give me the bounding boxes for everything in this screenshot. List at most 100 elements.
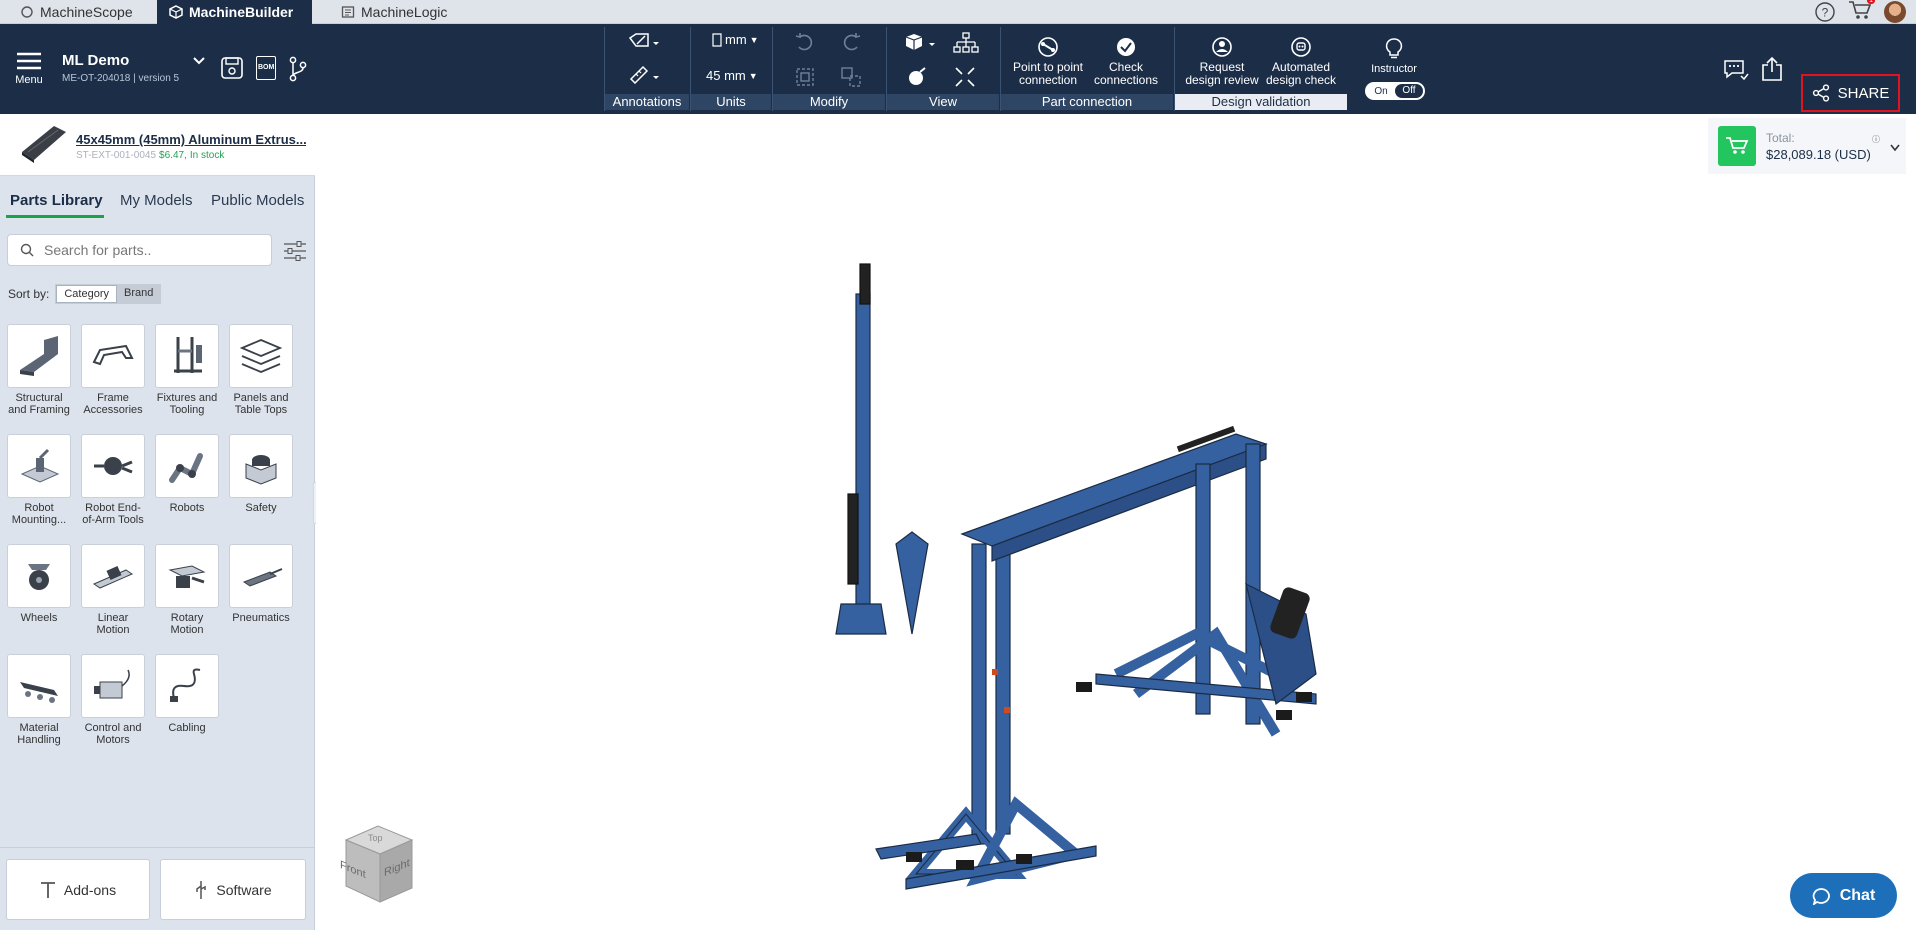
chevron-down-icon[interactable] [192, 56, 206, 66]
cable-icon [170, 668, 201, 702]
instructor-toggle[interactable]: On Off [1365, 82, 1425, 100]
comments-icon[interactable] [1723, 58, 1749, 82]
view-cube[interactable]: Front Right Top [338, 820, 422, 908]
view-group-label: View [887, 94, 999, 110]
category-rotary-motion[interactable]: Rotary Motion [150, 544, 224, 636]
parts-search-input[interactable]: Search for parts.. [7, 234, 272, 266]
export-icon[interactable] [1760, 56, 1784, 82]
addons-button[interactable]: Add-ons [6, 859, 150, 920]
grid-size-dropdown[interactable]: 45 mm ▼ [706, 68, 758, 83]
category-frame-accessories[interactable]: Frame Accessories [76, 324, 150, 416]
check-connections-button[interactable]: Check connections [1088, 32, 1164, 90]
category-cabling[interactable]: Cabling [150, 654, 224, 734]
selected-part-card[interactable]: 45x45mm (45mm) Aluminum Extrus... ST-EXT… [0, 114, 315, 176]
request-review-label: Request design review [1185, 59, 1259, 87]
category-wheels[interactable]: Wheels [2, 544, 76, 624]
machinescope-icon [21, 6, 33, 18]
ruler-icon[interactable] [628, 64, 662, 84]
category-tile [7, 544, 71, 608]
user-avatar[interactable] [1884, 1, 1906, 23]
cart-button[interactable]: 1 [1848, 0, 1875, 26]
sort-brand-button[interactable]: Brand [117, 285, 161, 303]
branch-icon[interactable] [288, 56, 308, 82]
category-tile [81, 654, 145, 718]
category-robots[interactable]: Robots [150, 434, 224, 514]
group-select-icon[interactable] [794, 66, 816, 88]
category-tile [155, 434, 219, 498]
category-safety[interactable]: Safety [224, 434, 298, 514]
caret-down-icon: ▼ [749, 34, 759, 45]
tab-machinebuilder[interactable]: MachineBuilder [157, 0, 312, 24]
category-label: Control and Motors [84, 722, 142, 746]
annotation-tag-icon[interactable] [628, 32, 662, 52]
tab-parts-library[interactable]: Parts Library [10, 192, 103, 209]
category-structural-framing[interactable]: Structural and Framing [2, 324, 76, 416]
extrusion-thumbnail [22, 126, 66, 163]
save-icon[interactable] [220, 56, 244, 80]
info-icon[interactable]: ⓘ [1872, 134, 1880, 145]
3d-viewport[interactable]: Front Right Top [316, 114, 1916, 930]
redo-icon[interactable] [840, 32, 862, 54]
ungroup-icon[interactable] [840, 66, 862, 88]
menu-button[interactable]: Menu [12, 48, 46, 88]
library-tabs: Parts Library My Models Public Models [0, 184, 315, 218]
category-material-handling[interactable]: Material Handling [2, 654, 76, 746]
undo-icon[interactable] [794, 32, 816, 54]
svg-text:?: ? [1822, 6, 1829, 20]
app-window: MachineScope MachineBuilder MachineLogic… [0, 0, 1916, 930]
help-icon[interactable]: ? [1814, 1, 1836, 23]
tab-machinescope[interactable]: MachineScope [8, 0, 154, 24]
collapse-arrows-icon[interactable] [954, 66, 976, 88]
request-design-review-button[interactable]: Request design review [1182, 32, 1262, 90]
category-linear-motion[interactable]: Linear Motion [76, 544, 150, 636]
conveyor-icon [20, 682, 58, 703]
tab-my-models[interactable]: My Models [120, 192, 193, 209]
total-price-panel[interactable]: Total: $28,089.18 (USD) ⓘ [1708, 118, 1906, 174]
chat-button[interactable]: Chat [1790, 873, 1897, 918]
filter-sliders-icon[interactable] [283, 240, 307, 262]
gantry-machine-model[interactable] [316, 114, 1916, 930]
grid-size-value: 45 mm [706, 68, 746, 83]
explode-view-icon[interactable] [906, 66, 928, 88]
project-name: ML Demo [62, 52, 130, 69]
category-pneumatics[interactable]: Pneumatics [224, 544, 298, 624]
category-tile [229, 544, 293, 608]
view-cube-icon[interactable] [904, 32, 938, 54]
share-icon [1812, 84, 1829, 102]
safety-button-icon [245, 455, 277, 485]
sort-category-button[interactable]: Category [56, 285, 117, 303]
category-tile [229, 434, 293, 498]
category-label: Material Handling [17, 722, 61, 746]
hierarchy-icon[interactable] [953, 32, 979, 54]
category-label: Pneumatics [232, 612, 290, 624]
software-button[interactable]: Software [160, 859, 306, 920]
project-info[interactable]: ML Demo ME-OT-204018 | version 5 [62, 52, 179, 84]
category-robot-mounting[interactable]: Robot Mounting... [2, 434, 76, 526]
category-control-motors[interactable]: Control and Motors [76, 654, 150, 746]
category-fixtures-tooling[interactable]: Fixtures and Tooling [150, 324, 224, 416]
category-tile [229, 324, 293, 388]
category-label: Rotary Motion [170, 612, 204, 636]
menu-label: Menu [15, 73, 43, 86]
check-connections-label: Check connections [1093, 59, 1159, 87]
point-to-point-connection-button[interactable]: Point to point connection [1008, 32, 1088, 90]
automated-design-check-button[interactable]: Automated design check [1262, 32, 1340, 90]
category-label: Safety [245, 502, 277, 514]
lightbulb-icon [1385, 38, 1403, 59]
category-tile [81, 434, 145, 498]
selected-part-meta: ST-EXT-001-0045 $6.47, In stock [76, 150, 224, 161]
category-robot-end-of-arm-tools[interactable]: Robot End-of-Arm Tools [76, 434, 150, 526]
share-button[interactable]: SHARE [1801, 74, 1900, 112]
tab-machinelogic[interactable]: MachineLogic [329, 0, 474, 24]
chevron-down-icon[interactable] [1890, 144, 1900, 152]
selected-part-name[interactable]: 45x45mm (45mm) Aluminum Extrus... [76, 132, 306, 147]
units-dropdown[interactable]: mm ▼ [712, 32, 759, 47]
bom-button[interactable]: BOM [256, 56, 276, 80]
category-panels-table-tops[interactable]: Panels and Table Tops [224, 324, 298, 416]
cart-total-button[interactable] [1718, 126, 1756, 166]
unit-ruler-icon [712, 32, 722, 47]
linear-rail-icon [92, 565, 134, 589]
part-price: $6.47, [159, 150, 187, 161]
tab-public-models[interactable]: Public Models [211, 192, 304, 209]
instructor-label: Instructor [1371, 63, 1417, 75]
